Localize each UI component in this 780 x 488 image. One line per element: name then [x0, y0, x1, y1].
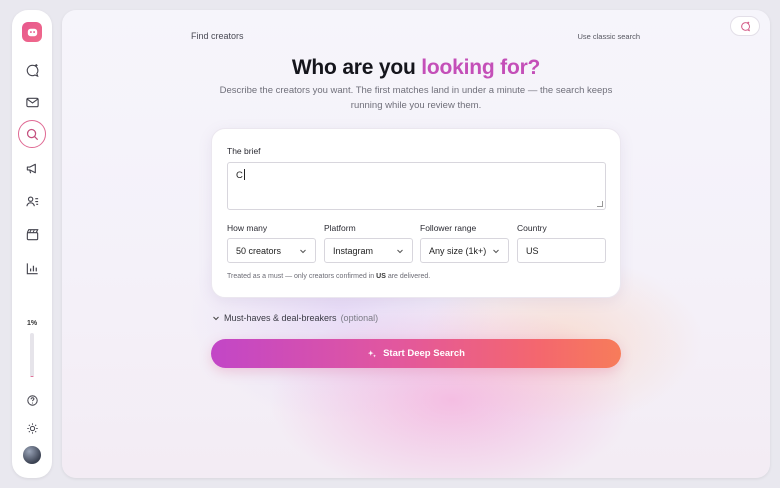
- contacts-icon: [25, 195, 38, 206]
- sidebar-item-contacts[interactable]: [20, 189, 44, 213]
- help-icon: [26, 394, 38, 406]
- page-title: Who are you looking for?: [62, 56, 770, 80]
- megaphone-icon: [26, 163, 36, 173]
- must-haves-optional: (optional): [340, 313, 379, 323]
- sidebar-item-search[interactable]: [18, 120, 46, 148]
- must-haves-toggle[interactable]: Must-haves & deal-breakers (optional): [212, 313, 378, 323]
- chevron-down-icon: [213, 316, 219, 321]
- page-title-plain: Who are you: [291, 56, 422, 79]
- page-title-accent: looking for?: [421, 56, 541, 79]
- bar-chart-icon: [26, 262, 38, 274]
- chevron-down-icon: [300, 249, 306, 253]
- mail-icon: [25, 97, 39, 107]
- resize-handle[interactable]: [597, 201, 603, 207]
- search-form-card: The brief C How many Platform Follower r…: [211, 128, 621, 298]
- logo-face-icon: [27, 28, 37, 36]
- brief-label: The brief: [227, 146, 261, 156]
- brief-textarea[interactable]: C: [227, 162, 606, 210]
- user-avatar[interactable]: [23, 446, 41, 464]
- chevron-down-icon: [397, 249, 403, 253]
- start-deep-search-label: Start Deep Search: [383, 348, 465, 359]
- sparkles-icon: [368, 349, 377, 357]
- platform-label: Platform: [324, 223, 356, 233]
- text-caret: [243, 169, 245, 180]
- how-many-label: How many: [227, 223, 268, 233]
- country-note-country: US: [376, 273, 386, 280]
- chat-sparkle-icon: [740, 21, 750, 31]
- usage-meter-fill: [30, 376, 34, 377]
- sidebar-item-campaigns[interactable]: [20, 156, 44, 180]
- usage-meter: [30, 333, 34, 377]
- platform-value: Instagram: [333, 245, 374, 256]
- classic-search-link[interactable]: Use classic search: [577, 32, 640, 41]
- help-button[interactable]: [20, 388, 44, 412]
- sidebar: 1%: [12, 10, 52, 478]
- how-many-value: 50 creators: [236, 245, 282, 256]
- start-deep-search-button[interactable]: Start Deep Search: [211, 339, 621, 368]
- follower-range-select[interactable]: Any size (1k+): [420, 238, 509, 263]
- main-panel: Find creators Use classic search Who are…: [62, 10, 770, 478]
- sidebar-item-chat[interactable]: [20, 58, 44, 82]
- chat-sparkle-icon: [26, 63, 39, 77]
- sun-icon: [26, 422, 38, 434]
- platform-select[interactable]: Instagram: [324, 238, 413, 263]
- chevron-down-icon: [493, 249, 499, 253]
- country-value: US: [526, 245, 539, 256]
- assistant-button[interactable]: [730, 16, 760, 36]
- clapperboard-icon: [26, 228, 39, 240]
- sidebar-item-analytics[interactable]: [20, 256, 44, 280]
- sidebar-item-mail[interactable]: [20, 90, 44, 114]
- country-input[interactable]: US: [517, 238, 606, 263]
- follower-range-label: Follower range: [420, 223, 477, 233]
- follower-range-value: Any size (1k+): [429, 245, 487, 256]
- country-label: Country: [517, 223, 547, 233]
- country-note-prefix: Treated as a must — only creators confir…: [227, 273, 377, 280]
- country-note-suffix: are delivered.: [385, 273, 431, 280]
- breadcrumb: Find creators: [191, 31, 244, 41]
- page-subtitle: Describe the creators you want. The firs…: [219, 85, 613, 111]
- country-note: Treated as a must — only creators confir…: [227, 273, 430, 280]
- must-haves-label: Must-haves & deal-breakers: [224, 313, 337, 323]
- app-logo[interactable]: [22, 22, 42, 42]
- how-many-select[interactable]: 50 creators: [227, 238, 316, 263]
- theme-toggle[interactable]: [20, 416, 44, 440]
- search-icon: [26, 128, 38, 140]
- usage-percent: 1%: [26, 320, 38, 327]
- brief-value: C: [236, 170, 243, 181]
- sidebar-item-content[interactable]: [20, 222, 44, 246]
